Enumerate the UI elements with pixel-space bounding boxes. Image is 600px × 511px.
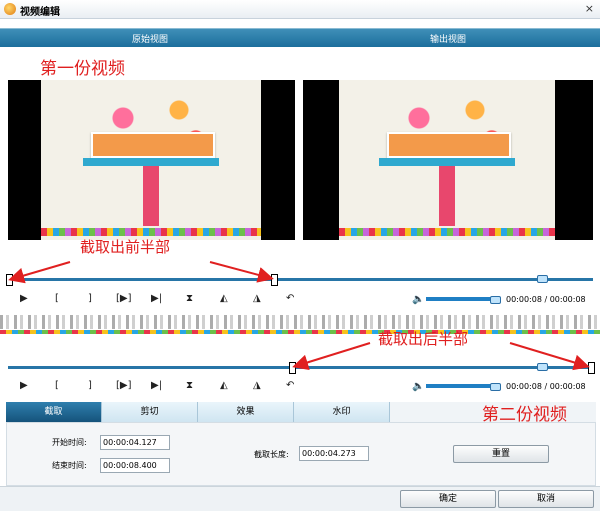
annotation-arrows [8,261,590,371]
arrow-left-top [8,261,71,284]
arrow-right-top [209,261,274,283]
arrow-left-bottom [292,342,371,371]
arrow-right-bottom [509,342,590,371]
